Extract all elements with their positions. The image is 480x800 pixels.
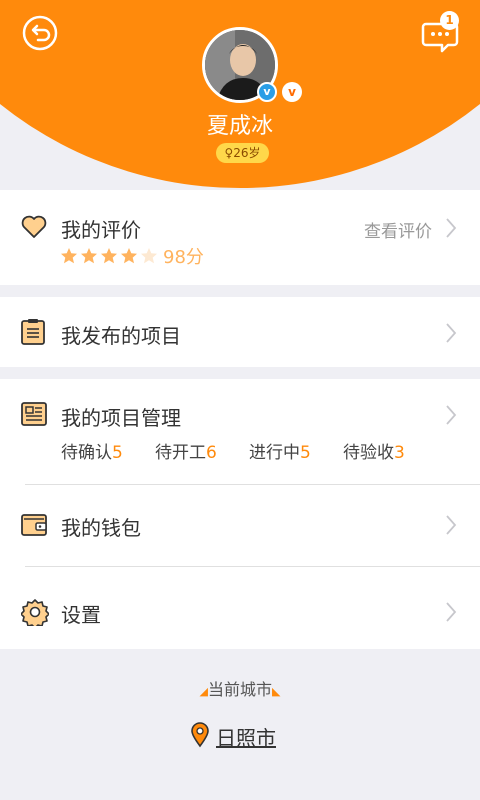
age-text: 26岁 — [233, 146, 261, 160]
heart-icon — [21, 215, 47, 238]
age-tag: ♀26岁 — [216, 143, 269, 163]
location-pin-icon — [191, 722, 209, 748]
back-icon[interactable] — [22, 15, 58, 51]
star-icon — [121, 248, 137, 264]
verified-blue-badge: v — [257, 82, 277, 102]
wallet-label[interactable]: 我的钱包 — [61, 512, 141, 541]
star-icon — [141, 248, 157, 264]
wallet-icon — [21, 514, 47, 536]
message-count-badge: 1 — [440, 11, 459, 30]
published-projects-label: 我发布的项目 — [61, 324, 181, 348]
project-management-label[interactable]: 我的项目管理 — [61, 402, 181, 431]
stat-to-accept[interactable]: 待验收3 — [343, 438, 405, 463]
verified-orange-badge: v — [282, 82, 302, 102]
chevron-right-icon — [446, 602, 457, 622]
chevron-right-icon — [446, 218, 457, 238]
divider — [25, 566, 480, 567]
chevron-right-icon — [446, 405, 457, 425]
settings-label[interactable]: 设置 — [61, 599, 101, 628]
city-name-link[interactable]: 日照市 — [216, 722, 276, 751]
gender-icon: ♀ — [224, 146, 234, 160]
triangle-right-icon: ◣ — [272, 685, 281, 698]
divider — [25, 484, 480, 485]
reviews-label: 我的评价 — [61, 218, 141, 242]
view-reviews-link[interactable]: 查看评价 — [364, 217, 432, 242]
gear-icon — [21, 599, 49, 626]
rating-score: 98分 — [163, 247, 204, 268]
triangle-left-icon: ◢ — [199, 685, 208, 698]
stat-in-progress[interactable]: 进行中5 — [249, 438, 311, 463]
stat-to-start[interactable]: 待开工6 — [155, 438, 217, 463]
current-city-caption: ◢当前城市◣ — [199, 680, 281, 699]
star-icon — [81, 248, 97, 264]
clipboard-icon — [21, 319, 45, 345]
chevron-right-icon — [446, 515, 457, 535]
chevron-right-icon — [446, 323, 457, 343]
star-icon — [61, 248, 77, 264]
stat-to-confirm[interactable]: 待确认5 — [61, 438, 123, 463]
project-management-icon — [21, 402, 47, 426]
user-name: 夏成冰 — [206, 114, 273, 139]
star-icon — [101, 248, 117, 264]
